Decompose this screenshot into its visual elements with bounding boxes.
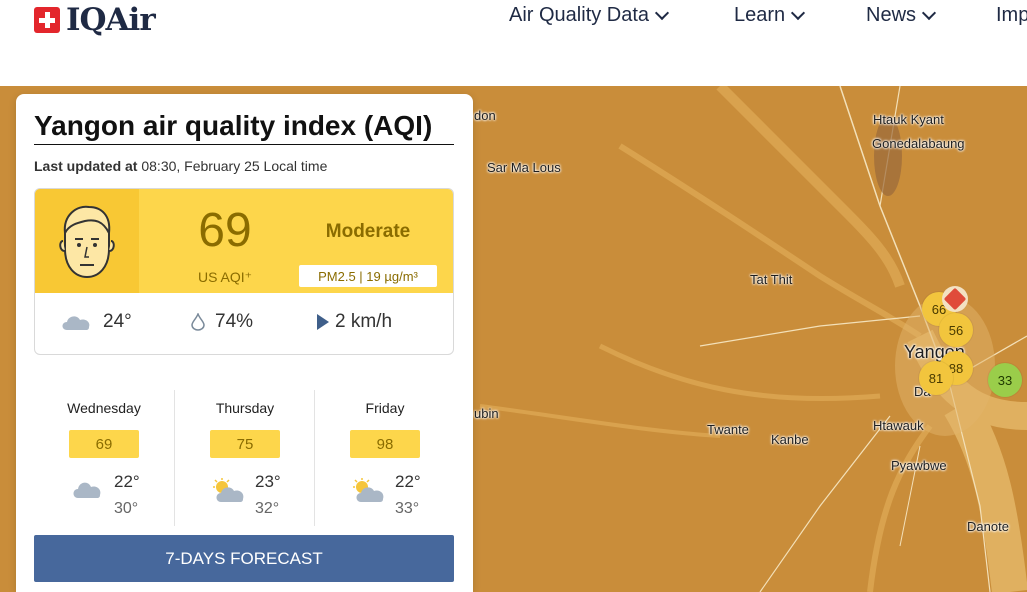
wind-direction-icon (317, 314, 329, 330)
partly-sunny-icon (211, 478, 247, 509)
nav-label: Imp (996, 4, 1027, 26)
swiss-flag-icon (34, 7, 60, 33)
forecast-low: 33° (395, 500, 420, 517)
map-label: Danote (967, 519, 1009, 534)
map-label: Sar Ma Lous (487, 160, 561, 175)
forecast-aqi-badge: 98 (350, 430, 420, 458)
weather-humidity: 74% (191, 311, 253, 333)
nav-learn[interactable]: Learn (734, 4, 806, 27)
chevron-down-icon (921, 5, 937, 20)
map-label: ubin (474, 406, 499, 421)
forecast-strip: Wednesday 69 22° 30° Thursday 75 23° 32°… (34, 390, 452, 526)
last-updated-label: Last updated at (34, 158, 138, 174)
forecast-day: Wednesday 69 22° 30° (34, 390, 174, 526)
forecast-day-name: Thursday (215, 400, 275, 416)
seven-day-forecast-button[interactable]: 7-DAYS FORECAST (34, 535, 454, 582)
forecast-day-name: Friday (365, 400, 405, 416)
forecast-low: 30° (114, 500, 139, 517)
logo-text: IQAir (66, 2, 156, 38)
forecast-day: Thursday 75 23° 32° (174, 390, 315, 526)
map-label: Htawauk (873, 418, 924, 433)
aqi-info-card: Yangon air quality index (AQI) Last upda… (16, 94, 473, 592)
nav-label: Learn (734, 4, 786, 26)
current-weather: 24° 74% 2 km/h (35, 293, 453, 353)
humidity-value: 74% (215, 311, 254, 332)
location-pin-icon[interactable] (942, 286, 968, 312)
cloud-icon (70, 478, 104, 505)
iqair-logo[interactable]: IQAir (34, 2, 156, 38)
chevron-down-icon (791, 5, 806, 20)
station-marker[interactable]: 56 (939, 313, 973, 347)
chevron-down-icon (654, 5, 670, 20)
forecast-high: 22° (395, 472, 421, 491)
map-label: Tat Thit (750, 272, 793, 287)
map-label: Gonedalabaung (872, 136, 965, 151)
station-marker[interactable]: 33 (988, 363, 1022, 397)
map-label: Kanbe (771, 432, 809, 447)
site-header: IQAir Air Quality Data Learn News Imp (0, 0, 1027, 86)
forecast-high: 22° (114, 472, 140, 491)
forecast-aqi-badge: 69 (69, 430, 139, 458)
station-marker[interactable]: 81 (919, 361, 953, 395)
aqi-unit: US AQI⁺ (197, 269, 253, 285)
aqi-level: Moderate (325, 221, 411, 242)
nav-news[interactable]: News (866, 4, 937, 27)
temp-value: 24° (103, 311, 132, 332)
partly-sunny-icon (351, 478, 387, 509)
nav-label: News (866, 4, 917, 26)
forecast-aqi-badge: 75 (210, 430, 280, 458)
map-label: Htauk Kyant (873, 112, 944, 127)
nav-air-quality-data[interactable]: Air Quality Data (509, 4, 670, 27)
aqi-value: 69 (198, 204, 252, 257)
forecast-day: Friday 98 22° 33° (314, 390, 455, 526)
weather-wind: 2 km/h (315, 311, 392, 333)
weather-temp: 24° (59, 311, 132, 333)
forecast-high: 23° (255, 472, 281, 491)
page-title: Yangon air quality index (AQI) (34, 110, 454, 145)
forecast-day-name: Wednesday (67, 400, 141, 416)
last-updated-value: 08:30, February 25 Local time (141, 158, 328, 174)
cloud-icon (62, 316, 90, 330)
forecast-low: 32° (255, 500, 280, 517)
main-pollutant-chip[interactable]: PM2.5 | 19 µg/m³ (299, 265, 437, 287)
nav-label: Air Quality Data (509, 4, 650, 26)
nav-impact[interactable]: Imp (996, 4, 1027, 27)
map-label: Pyawbwe (891, 458, 947, 473)
last-updated: Last updated at 08:30, February 25 Local… (34, 158, 327, 174)
wind-value: 2 km/h (335, 311, 393, 332)
map-label: don (474, 108, 496, 123)
face-icon (35, 189, 139, 293)
aqi-summary-box: 69 US AQI⁺ Moderate PM2.5 | 19 µg/m³ 24°… (34, 188, 454, 355)
map-label: Twante (707, 422, 749, 437)
droplet-icon (191, 313, 205, 331)
